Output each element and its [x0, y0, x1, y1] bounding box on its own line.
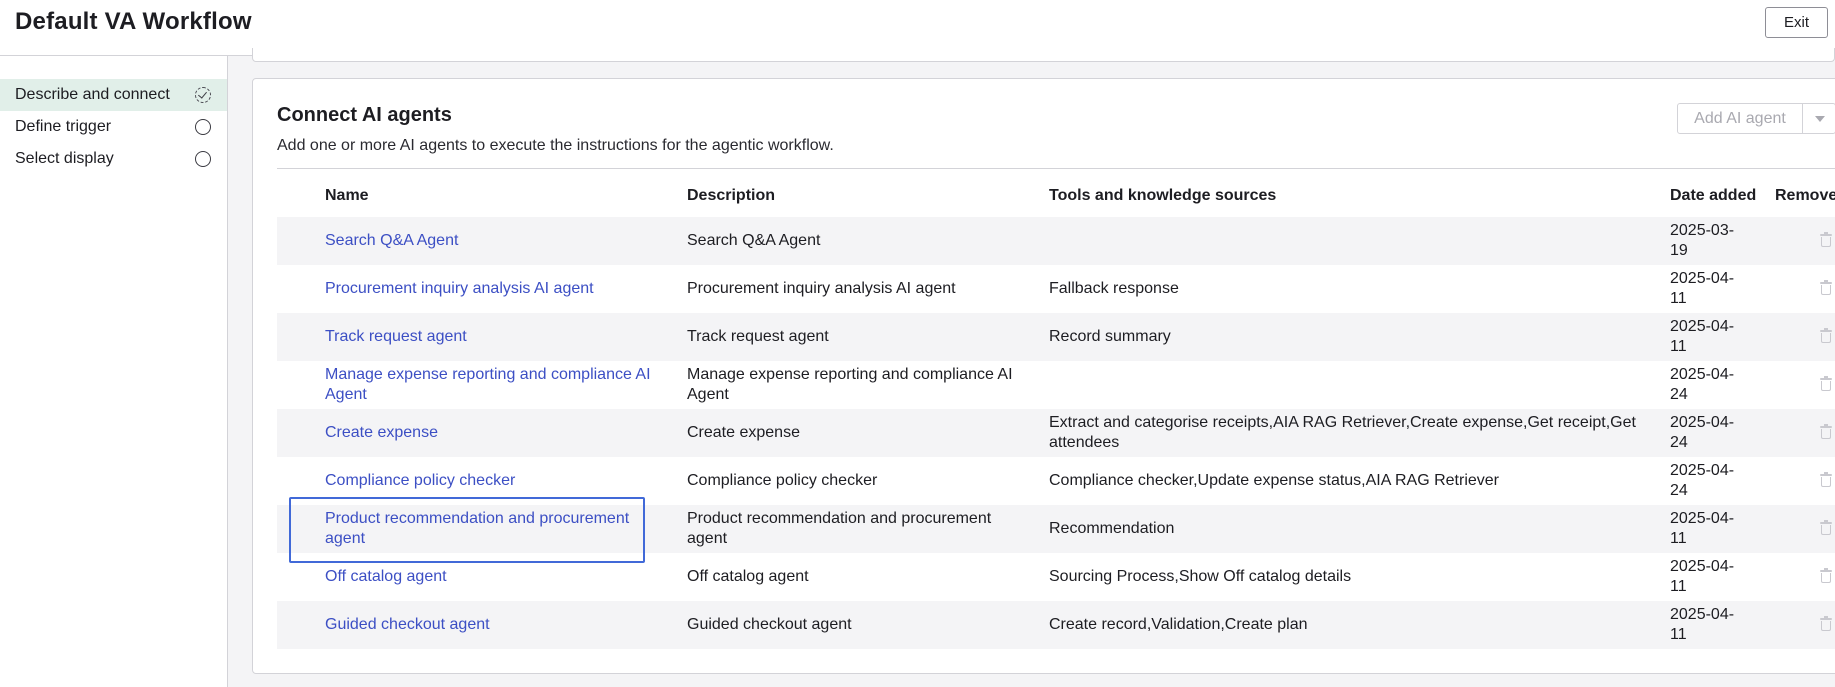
agent-name-link[interactable]: Track request agent: [325, 327, 655, 347]
agent-date-added: 2025-04-11: [1670, 318, 1735, 355]
agent-description: Compliance policy checker: [687, 472, 878, 489]
table-row: Track request agent Track request agent …: [277, 313, 1835, 361]
step-describe-and-connect[interactable]: Describe and connect: [0, 79, 227, 111]
column-header-date: Date added: [1670, 187, 1757, 204]
connect-ai-agents-card: Connect AI agents Add one or more AI age…: [252, 78, 1835, 674]
agent-date-added: 2025-04-11: [1670, 558, 1735, 595]
previous-section-card: [252, 48, 1835, 62]
page-title: Default VA Workflow: [15, 8, 252, 35]
agent-date-added: 2025-04-24: [1670, 462, 1735, 499]
step-pending-icon: [195, 119, 211, 135]
agent-tools: Fallback response: [1049, 280, 1179, 297]
agent-date-added: 2025-03-19: [1670, 222, 1735, 259]
table-row: Off catalog agent Off catalog agent Sour…: [277, 553, 1835, 601]
add-ai-agent-button[interactable]: Add AI agent: [1677, 103, 1803, 134]
agent-date-added: 2025-04-24: [1670, 366, 1735, 403]
column-header-name: Name: [325, 187, 369, 204]
trash-icon[interactable]: [1820, 232, 1832, 247]
column-header-description: Description: [687, 187, 776, 204]
step-complete-icon: [195, 87, 211, 103]
table-row: Create expense Create expense Extract an…: [277, 409, 1835, 457]
agent-description: Product recommendation and procurement a…: [687, 510, 992, 547]
step-select-display[interactable]: Select display: [0, 143, 227, 175]
table-row: Procurement inquiry analysis AI agent Pr…: [277, 265, 1835, 313]
agent-description: Manage expense reporting and compliance …: [687, 366, 1013, 403]
table-row: Manage expense reporting and compliance …: [277, 361, 1835, 409]
section-subtitle: Add one or more AI agents to execute the…: [277, 137, 834, 154]
column-header-tools: Tools and knowledge sources: [1049, 187, 1277, 204]
step-label: Define trigger: [15, 118, 112, 135]
step-label: Select display: [15, 150, 114, 167]
agent-tools: Recommendation: [1049, 520, 1175, 537]
agent-tools: Sourcing Process,Show Off catalog detail…: [1049, 568, 1352, 585]
agent-name-link[interactable]: Search Q&A Agent: [325, 231, 655, 251]
table-row: Compliance policy checker Compliance pol…: [277, 457, 1835, 505]
trash-icon[interactable]: [1820, 328, 1832, 343]
trash-icon[interactable]: [1820, 280, 1832, 295]
agent-name-link[interactable]: Guided checkout agent: [325, 615, 655, 635]
table-row: Product recommendation and procurement a…: [277, 505, 1835, 553]
column-header-remove: Remove: [1775, 187, 1835, 204]
agent-tools: Record summary: [1049, 328, 1171, 345]
agent-description: Procurement inquiry analysis AI agent: [687, 280, 956, 297]
section-title: Connect AI agents: [277, 104, 452, 126]
trash-icon[interactable]: [1820, 616, 1832, 631]
agent-description: Track request agent: [687, 328, 829, 345]
trash-icon[interactable]: [1820, 424, 1832, 439]
step-label: Describe and connect: [15, 86, 170, 103]
agent-date-added: 2025-04-11: [1670, 270, 1735, 307]
agent-name-link[interactable]: Manage expense reporting and compliance …: [325, 365, 655, 405]
agent-description: Guided checkout agent: [687, 616, 852, 633]
agent-description: Create expense: [687, 424, 800, 441]
exit-button[interactable]: Exit: [1765, 7, 1828, 38]
trash-icon[interactable]: [1820, 376, 1832, 391]
add-ai-agent-dropdown-icon[interactable]: [1802, 103, 1835, 134]
agent-tools: Extract and categorise receipts,AIA RAG …: [1049, 414, 1636, 451]
table-row: Guided checkout agent Guided checkout ag…: [277, 601, 1835, 649]
agent-date-added: 2025-04-11: [1670, 606, 1735, 643]
agent-description: Search Q&A Agent: [687, 232, 821, 249]
agent-name-link[interactable]: Off catalog agent: [325, 567, 655, 587]
agent-tools: Compliance checker,Update expense status…: [1049, 472, 1499, 489]
agent-name-link[interactable]: Product recommendation and procurement a…: [325, 509, 655, 549]
section-divider: [277, 168, 1835, 169]
agent-date-added: 2025-04-11: [1670, 510, 1735, 547]
agent-name-link[interactable]: Procurement inquiry analysis AI agent: [325, 279, 655, 299]
table-row: Search Q&A Agent Search Q&A Agent 2025-0…: [277, 217, 1835, 265]
trash-icon[interactable]: [1820, 568, 1832, 583]
agent-description: Off catalog agent: [687, 568, 809, 585]
step-pending-icon: [195, 151, 211, 167]
trash-icon[interactable]: [1820, 472, 1832, 487]
agent-name-link[interactable]: Compliance policy checker: [325, 471, 655, 491]
agent-date-added: 2025-04-24: [1670, 414, 1735, 451]
step-define-trigger[interactable]: Define trigger: [0, 111, 227, 143]
agent-name-link[interactable]: Create expense: [325, 423, 655, 443]
steps-sidebar: Describe and connect Define trigger Sele…: [0, 56, 228, 687]
trash-icon[interactable]: [1820, 520, 1832, 535]
agent-tools: Create record,Validation,Create plan: [1049, 616, 1308, 633]
